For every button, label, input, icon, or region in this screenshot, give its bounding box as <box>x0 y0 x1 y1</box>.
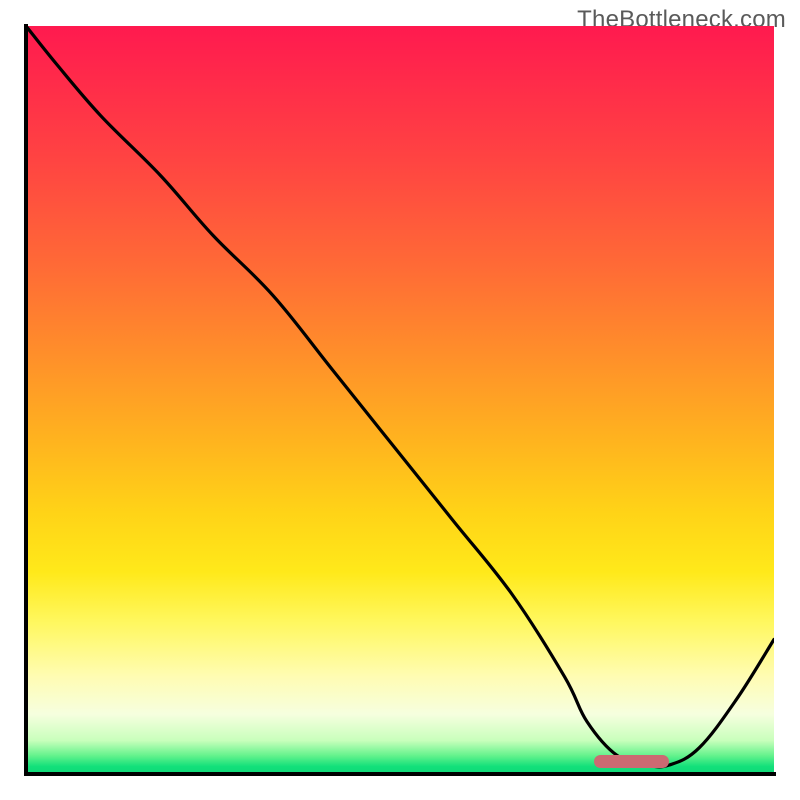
chart-frame: TheBottleneck.com <box>0 0 800 800</box>
optimal-range-marker <box>594 755 669 768</box>
bottleneck-curve <box>26 26 774 767</box>
y-axis <box>24 24 28 776</box>
curve-overlay <box>26 26 774 774</box>
plot-area <box>26 26 774 774</box>
x-axis <box>24 772 776 776</box>
